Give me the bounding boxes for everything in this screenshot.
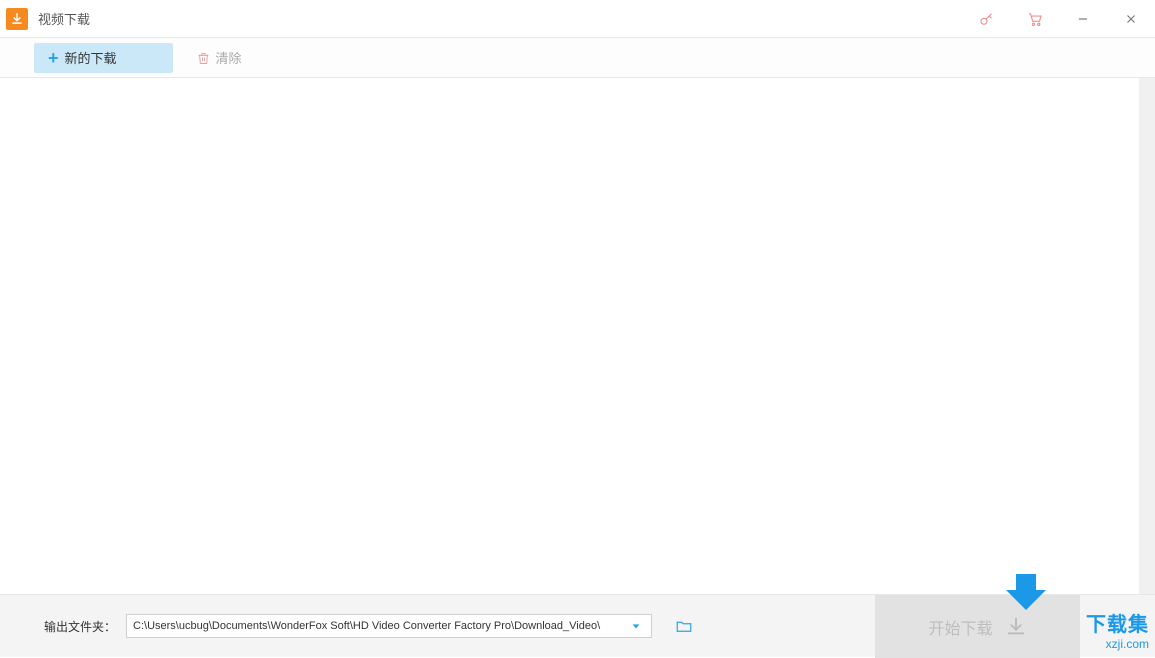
new-download-label: 新的下载 (65, 48, 117, 67)
app-download-icon (6, 8, 28, 30)
watermark-url: xzji.com (1106, 637, 1149, 651)
start-download-label: 开始下载 (928, 615, 992, 639)
watermark-arrow-icon (1002, 566, 1050, 619)
plus-icon: + (48, 49, 59, 67)
titlebar: 视频下载 (0, 0, 1155, 38)
minimize-button[interactable] (1059, 0, 1107, 38)
output-folder-label: 输出文件夹： (44, 618, 116, 635)
new-download-button[interactable]: + 新的下载 (34, 43, 173, 73)
close-button[interactable] (1107, 0, 1155, 38)
watermark: 下载集 xzji.com (1086, 608, 1149, 651)
titlebar-controls (963, 0, 1155, 38)
download-list (0, 78, 1155, 594)
scrollbar[interactable] (1139, 78, 1155, 594)
key-icon[interactable] (963, 0, 1011, 38)
clear-label: 清除 (216, 48, 242, 67)
cart-icon[interactable] (1011, 0, 1059, 38)
path-dropdown-icon[interactable] (627, 617, 645, 635)
clear-button[interactable]: 清除 (183, 43, 256, 73)
output-path-field[interactable]: C:\Users\ucbug\Documents\WonderFox Soft\… (126, 614, 652, 638)
folder-icon (673, 617, 695, 635)
trash-icon (197, 51, 210, 65)
browse-folder-button[interactable] (670, 614, 698, 638)
output-path-text: C:\Users\ucbug\Documents\WonderFox Soft\… (133, 620, 627, 632)
watermark-title: 下载集 (1086, 608, 1149, 637)
bottombar: 输出文件夹： C:\Users\ucbug\Documents\WonderFo… (0, 594, 1155, 657)
toolbar: + 新的下载 清除 (0, 38, 1155, 78)
window-title: 视频下载 (38, 9, 90, 28)
